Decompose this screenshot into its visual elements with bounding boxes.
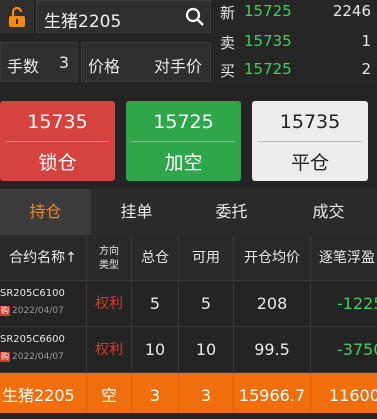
button-label: 加空 (164, 152, 203, 174)
quote-panel: 新 15725 2246 卖 15735 1 买 15725 2 (214, 0, 377, 84)
price-field[interactable]: 价格 对手价 (81, 42, 211, 82)
unlock-icon (9, 7, 25, 27)
table-row[interactable]: SR205C6100 购2022/04/07 权利 5 5 208 -1225 (0, 281, 377, 327)
button-divider (258, 141, 362, 142)
quote-price: 15725 (244, 2, 292, 20)
avg-price-cell: 15966.7 (234, 373, 311, 413)
price-value: 对手价 (153, 57, 202, 76)
quote-label: 新 (220, 4, 236, 22)
quote-row-ask: 卖 15735 1 (214, 32, 377, 58)
direction-cell: 权利 (87, 281, 132, 327)
contract-date: 2022/04/07 (12, 352, 64, 362)
button-price: 15735 (279, 111, 341, 133)
col-direction-type-text: 方向类型 (99, 246, 119, 271)
button-price: 15735 (27, 111, 88, 133)
lock-position-button[interactable]: 15735 锁仓 (0, 101, 115, 181)
contract-name-cell: 生猪2205 (0, 373, 87, 413)
contract-cell: SR205C6600 购 2022/04/07 (0, 327, 87, 373)
tab-bar: 持仓 挂单 委托 成交 (0, 189, 377, 235)
total-cell: 5 (132, 281, 179, 327)
add-short-button[interactable]: 15725 加空 (126, 101, 241, 181)
call-badge: 购 (0, 306, 10, 316)
tab-positions[interactable]: 持仓 (0, 189, 91, 235)
total-cell: 10 (132, 327, 179, 373)
quote-volume: 1 (361, 32, 371, 50)
contract-cell: SR205C6100 购 2022/04/07 (0, 281, 87, 327)
col-floating-pnl[interactable]: 逐笔浮盈 (311, 235, 377, 281)
quote-row-bid: 买 15725 2 (214, 60, 377, 86)
symbol-search-box[interactable]: 生猪2205 (36, 0, 211, 33)
direction-cell: 空 (87, 373, 132, 413)
contract-date-line: 购 2022/04/07 (0, 305, 64, 317)
pnl-cell: 11600 (329, 386, 377, 405)
quantity-field[interactable]: 手数 3 (0, 42, 78, 82)
table-row-selected[interactable]: 生猪2205 空 3 3 15966.7 11600 (0, 373, 377, 413)
button-price: 15725 (153, 111, 214, 133)
quantity-label: 手数 (7, 57, 40, 76)
contract-code: SR205C6600 (0, 334, 65, 345)
quote-price: 15725 (244, 60, 292, 78)
avg-price-cell: 208 (234, 281, 311, 327)
quote-price: 15735 (244, 32, 292, 50)
call-badge: 购 (0, 352, 10, 362)
quote-volume: 2 (361, 60, 371, 78)
button-label: 锁仓 (38, 152, 77, 174)
contract-code: SR205C6100 (0, 288, 65, 299)
available-cell: 3 (179, 373, 234, 413)
quote-label: 买 (220, 62, 236, 80)
tab-pending[interactable]: 挂单 (91, 189, 182, 235)
avg-price-cell: 99.5 (234, 327, 311, 373)
search-icon[interactable] (185, 7, 205, 27)
available-cell: 5 (179, 281, 234, 327)
pnl-cell: -1225 (337, 294, 377, 313)
quote-row-last: 新 15725 2246 (214, 2, 377, 28)
tab-orders[interactable]: 委托 (186, 189, 277, 235)
lock-toggle-button[interactable] (0, 0, 34, 33)
quote-label: 卖 (220, 34, 236, 52)
total-cell: 3 (132, 373, 179, 413)
col-avg-open-price[interactable]: 开仓均价 (234, 235, 311, 281)
button-label: 平仓 (290, 152, 329, 174)
symbol-name: 生猪2205 (44, 12, 122, 32)
direction-cell: 权利 (87, 327, 132, 373)
pnl-cell: -3750 (337, 340, 377, 359)
available-cell: 10 (179, 327, 234, 373)
table-header: 合约名称↑ 方向类型 总仓 可用 开仓均价 逐笔浮盈 (0, 235, 377, 281)
price-label: 价格 (88, 57, 121, 76)
table-row[interactable]: SR205C6600 购 2022/04/07 权利 10 10 99.5 -37… (0, 327, 377, 373)
quantity-value: 3 (58, 53, 69, 72)
button-divider (132, 141, 235, 142)
col-direction-type: 方向类型 (87, 235, 132, 281)
close-position-button[interactable]: 15735 平仓 (252, 101, 368, 181)
col-contract-name[interactable]: 合约名称↑ (0, 235, 87, 281)
col-available[interactable]: 可用 (179, 235, 234, 281)
quote-volume: 2246 (332, 2, 371, 20)
col-total-position[interactable]: 总仓 (132, 235, 179, 281)
contract-date: 2022/04/07 (12, 306, 64, 316)
contract-date-line: 购 2022/04/07 (0, 351, 64, 363)
tab-trades[interactable]: 成交 (283, 189, 374, 235)
button-divider (6, 141, 109, 142)
